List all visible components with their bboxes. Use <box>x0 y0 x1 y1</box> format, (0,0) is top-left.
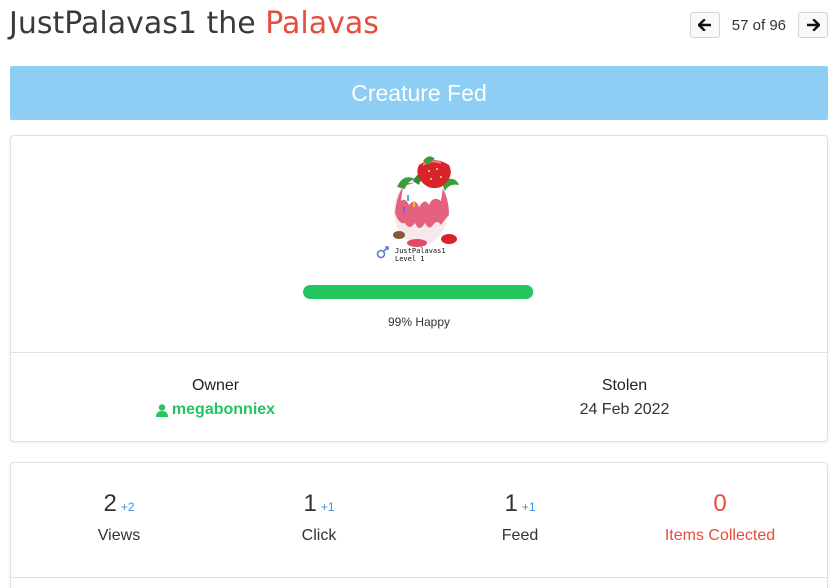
stat-delta: +1 <box>320 500 335 514</box>
stat-delta: +2 <box>120 500 135 514</box>
pager-total: 96 <box>769 16 786 34</box>
pager-of: of <box>752 16 766 34</box>
stat-value: 1 <box>504 490 518 517</box>
creature-name: JustPalavas1 <box>9 6 197 41</box>
happiness-bar <box>303 285 535 299</box>
sprite-level: Level 1 <box>395 255 425 263</box>
pager-current: 57 <box>731 16 749 34</box>
status-banner: Creature Fed <box>10 66 828 120</box>
male-gender-icon <box>376 246 389 259</box>
card-divider <box>11 577 827 578</box>
species-name: Palavas <box>265 6 379 41</box>
stat-value: 1 <box>303 490 317 517</box>
creature-card: JustPalavas1 Level 1 99% Happy Owner meg… <box>10 135 828 442</box>
stat-views: 2 +2 Views <box>19 489 219 545</box>
owner-section: Owner megabonniex <box>11 376 420 423</box>
stat-value: 2 <box>103 490 117 517</box>
arrow-right-icon <box>806 19 820 31</box>
next-button[interactable] <box>798 12 828 38</box>
stats-card: 2 +2 Views 1 +1 Click 1 +1 Feed 0 Items Col… <box>10 462 828 588</box>
stat-delta: +1 <box>521 500 536 514</box>
card-divider <box>11 352 827 353</box>
page-header: JustPalavas1 the Palavas 57 of 96 <box>9 6 828 42</box>
sprite-name: JustPalavas1 <box>395 247 446 255</box>
happiness-bar-fill <box>303 285 533 299</box>
stolen-section: Stolen 24 Feb 2022 <box>420 376 829 420</box>
pager: 57 of 96 <box>689 12 828 38</box>
creature-image[interactable] <box>383 151 463 251</box>
user-icon <box>155 403 168 417</box>
stat-feed: 1 +1 Feed <box>420 489 620 545</box>
stat-label: Views <box>97 527 141 544</box>
owner-link[interactable]: megabonniex <box>155 400 276 420</box>
happiness-text: 99% Happy <box>387 315 451 329</box>
sprite-caption: JustPalavas1 Level 1 <box>395 247 446 263</box>
pager-count: 57 of 96 <box>732 17 786 34</box>
owner-label: Owner <box>191 377 240 394</box>
stat-label: Click <box>301 527 337 544</box>
title-the: the <box>206 6 256 41</box>
stolen-date: 24 Feb 2022 <box>579 401 670 418</box>
stolen-label: Stolen <box>601 377 648 394</box>
page-title: JustPalavas1 the Palavas <box>9 6 379 42</box>
arrow-left-icon <box>698 19 712 31</box>
owner-name: megabonniex <box>171 401 276 418</box>
stat-label: Feed <box>501 527 539 544</box>
stat-items-collected: 0 Items Collected <box>620 489 820 545</box>
stat-label: Items Collected <box>664 527 776 544</box>
stat-click: 1 +1 Click <box>219 489 419 545</box>
stat-value: 0 <box>713 490 727 517</box>
prev-button[interactable] <box>689 12 720 38</box>
